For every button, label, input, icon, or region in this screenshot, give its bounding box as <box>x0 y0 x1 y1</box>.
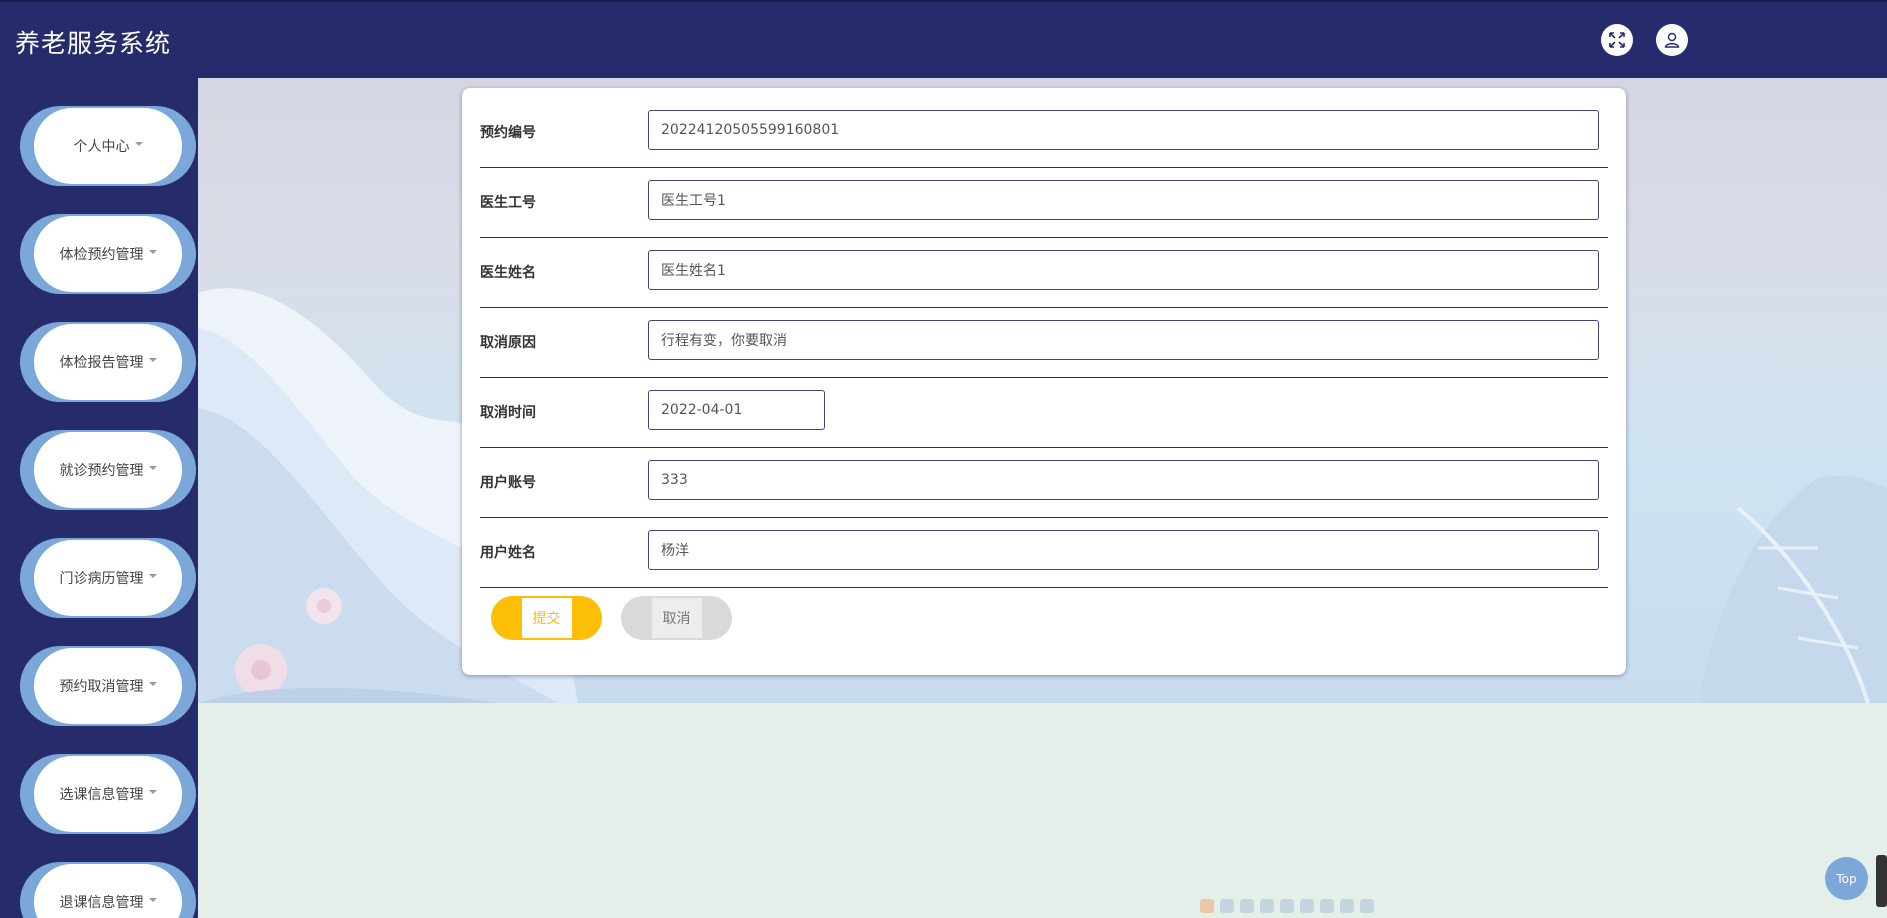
sidebar-item-label: 体检报告管理 <box>59 355 144 371</box>
cancel-button-label: 取消 <box>651 598 702 638</box>
ime-logo-icon <box>1200 899 1214 913</box>
sidebar-item-visit-booking[interactable]: 就诊预约管理 <box>20 430 196 510</box>
doctor-id-input[interactable] <box>648 180 1599 220</box>
sidebar-item-label: 预约取消管理 <box>59 679 144 695</box>
expand-icon[interactable] <box>1601 24 1633 56</box>
field-label: 取消原因 <box>480 335 536 351</box>
ime-toolbar <box>1200 896 1400 916</box>
scrollbar-handle[interactable] <box>1876 855 1887 907</box>
caret-down-icon <box>148 682 157 686</box>
cancel-reason-input[interactable] <box>648 320 1599 360</box>
ime-voice-icon <box>1300 899 1314 913</box>
caret-down-icon <box>148 574 157 578</box>
field-label: 医生姓名 <box>480 265 536 281</box>
sidebar-item-checkup-report[interactable]: 体检报告管理 <box>20 322 196 402</box>
form-row-user-name: 用户姓名 <box>480 518 1608 588</box>
sidebar-item-label: 退课信息管理 <box>59 895 144 911</box>
cancellation-form-card: 预约编号 医生工号 医生姓名 取消原因 取消时间 用户账号 用户姓名 提交 取消 <box>462 88 1626 675</box>
field-label: 预约编号 <box>480 125 536 141</box>
caret-down-icon <box>148 250 157 254</box>
sidebar: 个人中心 体检预约管理 体检报告管理 就诊预约管理 门诊病历管理 预约取消管理 … <box>0 78 198 918</box>
sidebar-item-label: 体检预约管理 <box>59 247 144 263</box>
user-icon[interactable] <box>1656 24 1688 56</box>
form-row-doctor-id: 医生工号 <box>480 168 1608 238</box>
doctor-name-input[interactable] <box>648 250 1599 290</box>
booking-number-input[interactable] <box>648 110 1599 150</box>
form-row-user-account: 用户账号 <box>480 448 1608 518</box>
form-row-cancel-time: 取消时间 <box>480 378 1608 448</box>
app-title: 养老服务系统 <box>15 29 172 58</box>
ime-mode-icon <box>1220 899 1234 913</box>
caret-down-icon <box>148 466 157 470</box>
caret-down-icon <box>148 358 157 362</box>
sidebar-item-course-withdrawal[interactable]: 退课信息管理 <box>20 862 196 918</box>
sidebar-item-label: 个人中心 <box>73 139 130 155</box>
caret-down-icon <box>148 898 157 902</box>
back-to-top-button[interactable]: Top <box>1825 857 1868 900</box>
sidebar-item-personal-center[interactable]: 个人中心 <box>20 106 196 186</box>
cancel-time-input[interactable] <box>648 390 825 430</box>
user-account-input[interactable] <box>648 460 1599 500</box>
form-row-cancel-reason: 取消原因 <box>480 308 1608 378</box>
cancel-button[interactable]: 取消 <box>621 596 732 640</box>
sidebar-item-outpatient-records[interactable]: 门诊病历管理 <box>20 538 196 618</box>
ime-punct-icon <box>1260 899 1274 913</box>
submit-button[interactable]: 提交 <box>491 596 602 640</box>
field-label: 用户姓名 <box>480 545 536 561</box>
sidebar-item-booking-cancellation[interactable]: 预约取消管理 <box>20 646 196 726</box>
sidebar-item-label: 门诊病历管理 <box>59 571 144 587</box>
submit-button-label: 提交 <box>521 598 572 638</box>
sidebar-item-checkup-booking[interactable]: 体检预约管理 <box>20 214 196 294</box>
ime-settings-icon <box>1360 899 1374 913</box>
sidebar-item-course-selection[interactable]: 选课信息管理 <box>20 754 196 834</box>
form-row-doctor-name: 医生姓名 <box>480 238 1608 308</box>
user-name-input[interactable] <box>648 530 1599 570</box>
ime-grid-icon <box>1320 899 1334 913</box>
ime-keyboard-icon <box>1280 899 1294 913</box>
form-row-booking-number: 预约编号 <box>480 98 1608 168</box>
caret-down-icon <box>134 142 143 146</box>
sidebar-item-label: 选课信息管理 <box>59 787 144 803</box>
ime-skin-icon <box>1340 899 1354 913</box>
top-header: 养老服务系统 <box>0 0 1887 78</box>
sidebar-item-label: 就诊预约管理 <box>59 463 144 479</box>
ime-moon-icon <box>1240 899 1254 913</box>
field-label: 取消时间 <box>480 405 536 421</box>
field-label: 用户账号 <box>480 475 536 491</box>
field-label: 医生工号 <box>480 195 536 211</box>
caret-down-icon <box>148 790 157 794</box>
